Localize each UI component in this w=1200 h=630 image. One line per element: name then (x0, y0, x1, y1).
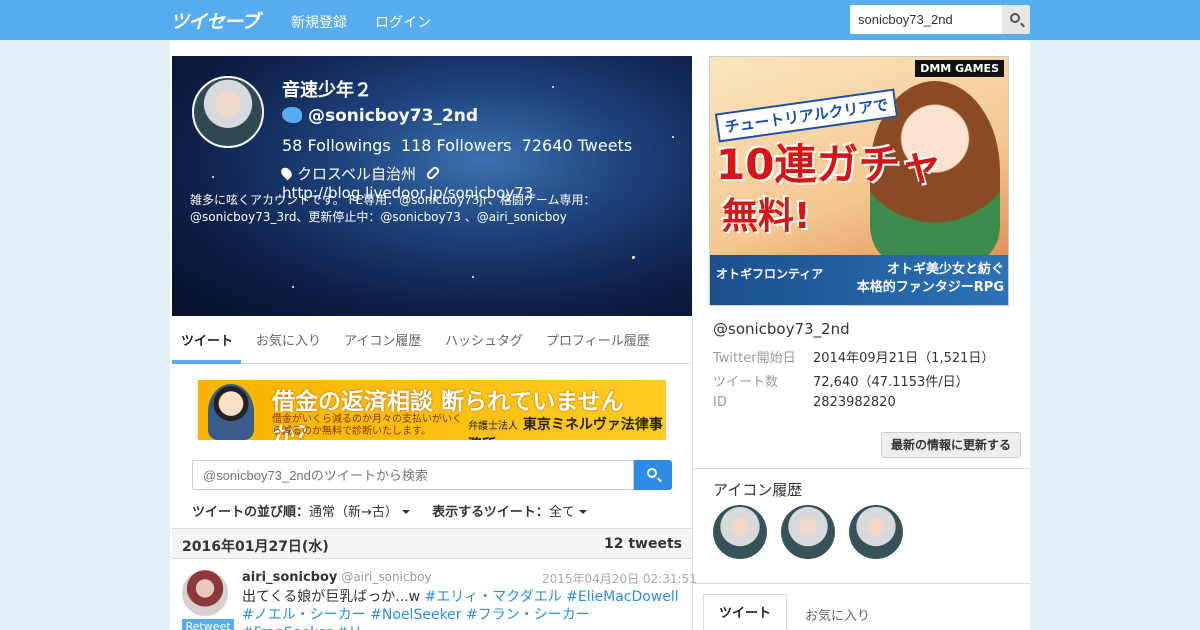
divider (693, 468, 1030, 469)
tab-tweets[interactable]: ツイート (181, 330, 233, 349)
link-icon (425, 165, 441, 181)
tweets-label: Tweets (577, 136, 633, 155)
caret-down-icon (401, 510, 410, 514)
tweet-search-input[interactable] (192, 460, 634, 490)
nav-login-link[interactable]: ログイン (375, 12, 431, 32)
ad-subtext: 借金がいくら減るのか月々の支払いがいくら減るのか無料で診断いたします。 (272, 414, 462, 437)
ad-tagline: オトギ美少女と紡ぐ 本格的ファンタジーRPG (856, 262, 1004, 295)
ad-line3: 無料! (722, 196, 811, 237)
ad-brand: DMM GAMES (915, 60, 1004, 77)
profile-stats: 58 Followings 118 Followers 72640 Tweets (282, 136, 632, 155)
tab-hashtags[interactable]: ハッシュタグ (445, 330, 523, 349)
profile-avatar (192, 76, 264, 148)
date-group-count: 12 tweets (604, 536, 682, 552)
show-tweets-dropdown[interactable]: 表示するツイート：全て (432, 505, 587, 520)
banner-ad-top[interactable]: 借金の返済相談 断られていませんか？ 借金がいくら減るのか月々の支払いがいくら減… (198, 380, 666, 440)
profile-handle[interactable]: @sonicboy73_2nd (282, 106, 478, 126)
followers-label: Followers (436, 136, 512, 155)
twitter-bird-icon (282, 107, 302, 123)
tweet-timestamp[interactable]: 2015年04月20日 02:31:51 (542, 570, 697, 587)
search-icon (647, 468, 657, 478)
nav-signup-link[interactable]: 新規登録 (291, 12, 347, 32)
caret-down-icon (578, 510, 587, 514)
profile-bio: 雑多に呟くアカウントです。 FE専用：@sonicboy73jr、格闘ゲーム専用… (190, 193, 596, 224)
main-container: 音速少年２ @sonicboy73_2nd 58 Followings 118 … (170, 40, 1030, 630)
side-tab-tweets[interactable]: ツイート (703, 594, 787, 630)
user-search-input[interactable] (850, 5, 1002, 34)
icon-history-item[interactable] (781, 505, 835, 559)
info-tweet-count: ツイート数 72,640（47.1153件/日） (713, 375, 969, 390)
ad-game-title: オトギフロンティア (716, 267, 824, 281)
date-group-header: 2016年01月27日(水) 12 tweets (172, 528, 692, 559)
profile-header: 音速少年２ @sonicboy73_2nd 58 Followings 118 … (172, 56, 692, 316)
followers-count: 118 (400, 136, 432, 155)
sort-order-dropdown[interactable]: ツイートの並び順：通常（新→古） (192, 505, 410, 520)
divider (693, 583, 1030, 584)
tweet-search-button[interactable] (634, 460, 672, 490)
tweet-user[interactable]: airi_sonicboy @airi_sonicboy (242, 570, 432, 585)
active-tab-indicator (172, 360, 241, 364)
icon-history-item[interactable] (713, 505, 767, 559)
ad-line2: 10連ガチャ (716, 140, 943, 189)
top-navbar: ツイセーブ 新規登録 ログイン (0, 0, 1200, 40)
info-user-id: ID 2823982820 (713, 395, 896, 410)
side-handle: @sonicboy73_2nd (713, 320, 850, 338)
followings-label: Followings (307, 136, 391, 155)
date-group-date: 2016年01月27日(水) (182, 539, 329, 555)
info-start-date: Twitter開始日 2014年09月21日（1,521日） (713, 351, 995, 366)
profile-location: クロスベル自治州 (297, 165, 416, 183)
tweets-count: 72640 (521, 136, 573, 155)
retweet-badge: Retweet (182, 619, 234, 630)
user-search-button[interactable] (1002, 5, 1030, 34)
search-icon (1010, 13, 1020, 23)
icon-history-item[interactable] (849, 505, 903, 559)
tweet-avatar[interactable] (182, 570, 228, 616)
tweet-filters: ツイートの並び順：通常（新→古） 表示するツイート：全て (192, 501, 587, 520)
tab-favorites[interactable]: お気に入り (256, 330, 321, 349)
location-pin-icon (279, 165, 294, 181)
profile-tabs: ツイート お気に入り アイコン履歴 ハッシュタグ プロフィール履歴 (172, 316, 692, 364)
tweet-text: 出てくる娘が巨乳ばっか...w #エリィ・マクダエル #ElieMacDowel… (242, 588, 680, 630)
tab-profile-history[interactable]: プロフィール履歴 (546, 330, 650, 349)
side-tab-favorites[interactable]: お気に入り (805, 605, 870, 624)
site-logo[interactable]: ツイセーブ (170, 7, 260, 34)
icon-history-title: アイコン履歴 (713, 481, 803, 499)
ad-firm: 弁護士法人 東京ミネルヴァ法律事務所 (468, 417, 663, 440)
tab-icon-history[interactable]: アイコン履歴 (344, 330, 421, 349)
followings-count: 58 (282, 136, 303, 155)
ad-character-image (208, 384, 254, 440)
refresh-info-button[interactable]: 最新の情報に更新する (881, 432, 1022, 458)
profile-name: 音速少年２ (282, 80, 372, 101)
ad-footer: オトギフロンティア オトギ美少女と紡ぐ 本格的ファンタジーRPG (710, 255, 1008, 305)
side-banner-ad[interactable]: DMM GAMES チュートリアルクリアで 10連ガチャ 無料! オトギフロンテ… (709, 56, 1009, 306)
